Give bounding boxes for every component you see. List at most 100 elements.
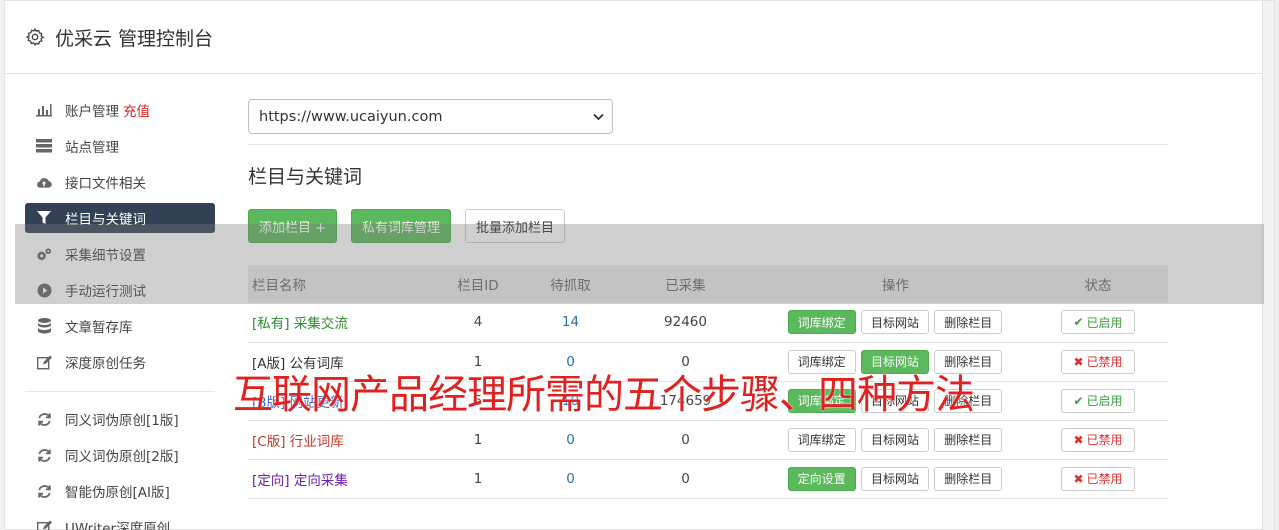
status-toggle[interactable]: ✖ 已禁用 bbox=[1061, 427, 1135, 452]
sidebar-item-collect-settings[interactable]: 采集细节设置 bbox=[25, 239, 215, 269]
bar-chart-icon bbox=[36, 102, 52, 118]
lib-bind-button[interactable]: 词库绑定 bbox=[787, 349, 856, 374]
sidebar-item-interface-files[interactable]: 接口文件相关 bbox=[25, 167, 215, 197]
cell-collected: 0 bbox=[681, 431, 690, 448]
target-site-button[interactable]: 目标网站 bbox=[860, 310, 929, 335]
status-label: 已启用 bbox=[1086, 394, 1123, 408]
divider bbox=[248, 144, 1168, 145]
cell-pending: 10 bbox=[561, 392, 580, 409]
cell-pending: 0 bbox=[566, 353, 575, 370]
sidebar: 账户管理 充值 站点管理 接口文件相关 栏目与关键词 采集细节设置 手动运行测试… bbox=[25, 95, 215, 530]
scrollbar[interactable] bbox=[1262, 1, 1274, 530]
columns-table: 栏目名称 栏目ID 待抓取 已采集 操作 状态 [私有] 采集交流 4 14 9246… bbox=[248, 265, 1168, 499]
cell-id: 1 bbox=[473, 353, 483, 370]
cell-status: ✔ 已启用 bbox=[1028, 303, 1168, 342]
sidebar-item-label: 同义词伪原创[2版] bbox=[65, 449, 179, 465]
delete-column-button[interactable]: 删除栏目 bbox=[934, 349, 1003, 374]
delete-column-button[interactable]: 删除栏目 bbox=[934, 466, 1003, 491]
column-tag[interactable]: [A版] bbox=[252, 356, 285, 372]
add-column-button[interactable]: 添加栏目 + bbox=[248, 209, 338, 243]
status-label: 已禁用 bbox=[1086, 433, 1123, 447]
delete-column-button[interactable]: 删除栏目 bbox=[934, 388, 1003, 413]
table-row: [私有] 采集交流 4 14 92460 词库绑定 目标网站 删除栏目 ✔ 已启用 bbox=[248, 303, 1168, 342]
cell-column-name: [C版] 行业词库 bbox=[248, 420, 423, 459]
status-toggle[interactable]: ✔ 已启用 bbox=[1061, 310, 1135, 335]
cell-column-name: [B版] 网站更新 bbox=[248, 381, 423, 420]
sidebar-item-label: UWriter深度原创 bbox=[65, 521, 171, 530]
status-toggle[interactable]: ✖ 已禁用 bbox=[1061, 349, 1135, 374]
main-content: https://www.ucaiyun.com 栏目与关键词 添加栏目 + 私有… bbox=[248, 99, 1168, 499]
column-tag[interactable]: [定向] bbox=[252, 473, 290, 489]
cell-actions: 定向设置 目标网站 删除栏目 bbox=[763, 459, 1028, 498]
status-toggle[interactable]: ✖ 已禁用 bbox=[1061, 466, 1135, 491]
table-row: [C版] 行业词库 1 0 0 词库绑定 目标网站 删除栏目 ✖ 已禁用 bbox=[248, 420, 1168, 459]
sidebar-item-sites[interactable]: 站点管理 bbox=[25, 131, 215, 161]
lib-bind-button[interactable]: 定向设置 bbox=[787, 466, 856, 491]
target-site-button[interactable]: 目标网站 bbox=[860, 427, 929, 452]
sidebar-divider bbox=[25, 391, 215, 392]
sidebar-item-synonym-v1[interactable]: 同义词伪原创[1版] bbox=[25, 404, 215, 434]
sidebar-item-label: 手动运行测试 bbox=[65, 284, 146, 300]
cell-id: 1 bbox=[473, 470, 483, 487]
status-toggle[interactable]: ✔ 已启用 bbox=[1061, 388, 1135, 413]
column-tag[interactable]: [私有] bbox=[252, 316, 290, 332]
recharge-link[interactable]: 充值 bbox=[123, 100, 150, 120]
check-icon: ✔ bbox=[1073, 315, 1084, 330]
cloud-upload-icon bbox=[36, 174, 52, 190]
sidebar-item-synonym-v2[interactable]: 同义词伪原创[2版] bbox=[25, 440, 215, 470]
column-name[interactable]: 行业词库 bbox=[290, 434, 344, 450]
chevron-down-icon bbox=[593, 113, 604, 120]
table-header-row: 栏目名称 栏目ID 待抓取 已采集 操作 状态 bbox=[248, 265, 1168, 303]
gear-icon bbox=[25, 27, 45, 47]
column-name[interactable]: 公有词库 bbox=[290, 356, 344, 372]
cell-status: ✔ 已启用 bbox=[1028, 381, 1168, 420]
lib-bind-button[interactable]: 词库绑定 bbox=[787, 388, 856, 413]
cell-status: ✖ 已禁用 bbox=[1028, 342, 1168, 381]
cell-column-name: [A版] 公有词库 bbox=[248, 342, 423, 381]
refresh-icon bbox=[36, 447, 52, 463]
column-tag[interactable]: [C版] bbox=[252, 434, 285, 450]
lib-bind-button[interactable]: 词库绑定 bbox=[787, 310, 856, 335]
column-name[interactable]: 定向采集 bbox=[294, 473, 348, 489]
column-name[interactable]: 采集交流 bbox=[294, 316, 348, 332]
delete-column-button[interactable]: 删除栏目 bbox=[934, 310, 1003, 335]
target-site-button[interactable]: 目标网站 bbox=[860, 388, 929, 413]
col-header-actions: 操作 bbox=[882, 278, 909, 294]
cell-actions: 词库绑定 目标网站 删除栏目 bbox=[763, 303, 1028, 342]
column-name[interactable]: 网站更新 bbox=[290, 395, 344, 411]
sidebar-item-ai-original[interactable]: 智能伪原创[AI版] bbox=[25, 476, 215, 506]
sidebar-item-label: 栏目与关键词 bbox=[65, 212, 146, 228]
site-select[interactable]: https://www.ucaiyun.com bbox=[248, 99, 613, 134]
sidebar-item-manual-run[interactable]: 手动运行测试 bbox=[25, 275, 215, 305]
cogs-icon bbox=[36, 246, 52, 262]
sidebar-item-label: 智能伪原创[AI版] bbox=[65, 485, 170, 501]
refresh-icon bbox=[36, 483, 52, 499]
lib-bind-button[interactable]: 词库绑定 bbox=[787, 427, 856, 452]
private-lib-button[interactable]: 私有词库管理 bbox=[351, 209, 452, 243]
cell-status: ✖ 已禁用 bbox=[1028, 420, 1168, 459]
page-title: 优采云 管理控制台 bbox=[55, 27, 214, 50]
sidebar-item-article-storage[interactable]: 文章暂存库 bbox=[25, 311, 215, 341]
cell-collected: 0 bbox=[681, 353, 690, 370]
edit-icon bbox=[36, 354, 52, 370]
target-site-button[interactable]: 目标网站 bbox=[860, 466, 929, 491]
site-select-value: https://www.ucaiyun.com bbox=[259, 108, 443, 125]
sidebar-item-label: 站点管理 bbox=[65, 140, 119, 156]
sidebar-item-label: 采集细节设置 bbox=[65, 248, 146, 264]
delete-column-button[interactable]: 删除栏目 bbox=[934, 427, 1003, 452]
header: 优采云 管理控制台 bbox=[5, 1, 1274, 74]
table-row: [B版] 网站更新 5 10 174659 词库绑定 目标网站 删除栏目 ✔ 已启用 bbox=[248, 381, 1168, 420]
sidebar-item-columns-keywords[interactable]: 栏目与关键词 bbox=[25, 203, 215, 233]
cell-actions: 词库绑定 目标网站 删除栏目 bbox=[763, 381, 1028, 420]
sidebar-item-deep-original[interactable]: 深度原创任务 bbox=[25, 347, 215, 377]
batch-add-button[interactable]: 批量添加栏目 bbox=[465, 209, 566, 243]
sidebar-item-account[interactable]: 账户管理 充值 bbox=[25, 95, 215, 125]
col-header-collected: 已采集 bbox=[665, 278, 706, 294]
column-tag[interactable]: [B版] bbox=[252, 395, 285, 411]
cell-collected: 174659 bbox=[659, 392, 712, 409]
cell-id: 1 bbox=[473, 431, 483, 448]
status-label: 已启用 bbox=[1086, 315, 1123, 330]
sidebar-item-uwriter[interactable]: UWriter深度原创 bbox=[25, 512, 215, 530]
edit-icon bbox=[36, 519, 52, 530]
target-site-button[interactable]: 目标网站 bbox=[860, 349, 929, 374]
